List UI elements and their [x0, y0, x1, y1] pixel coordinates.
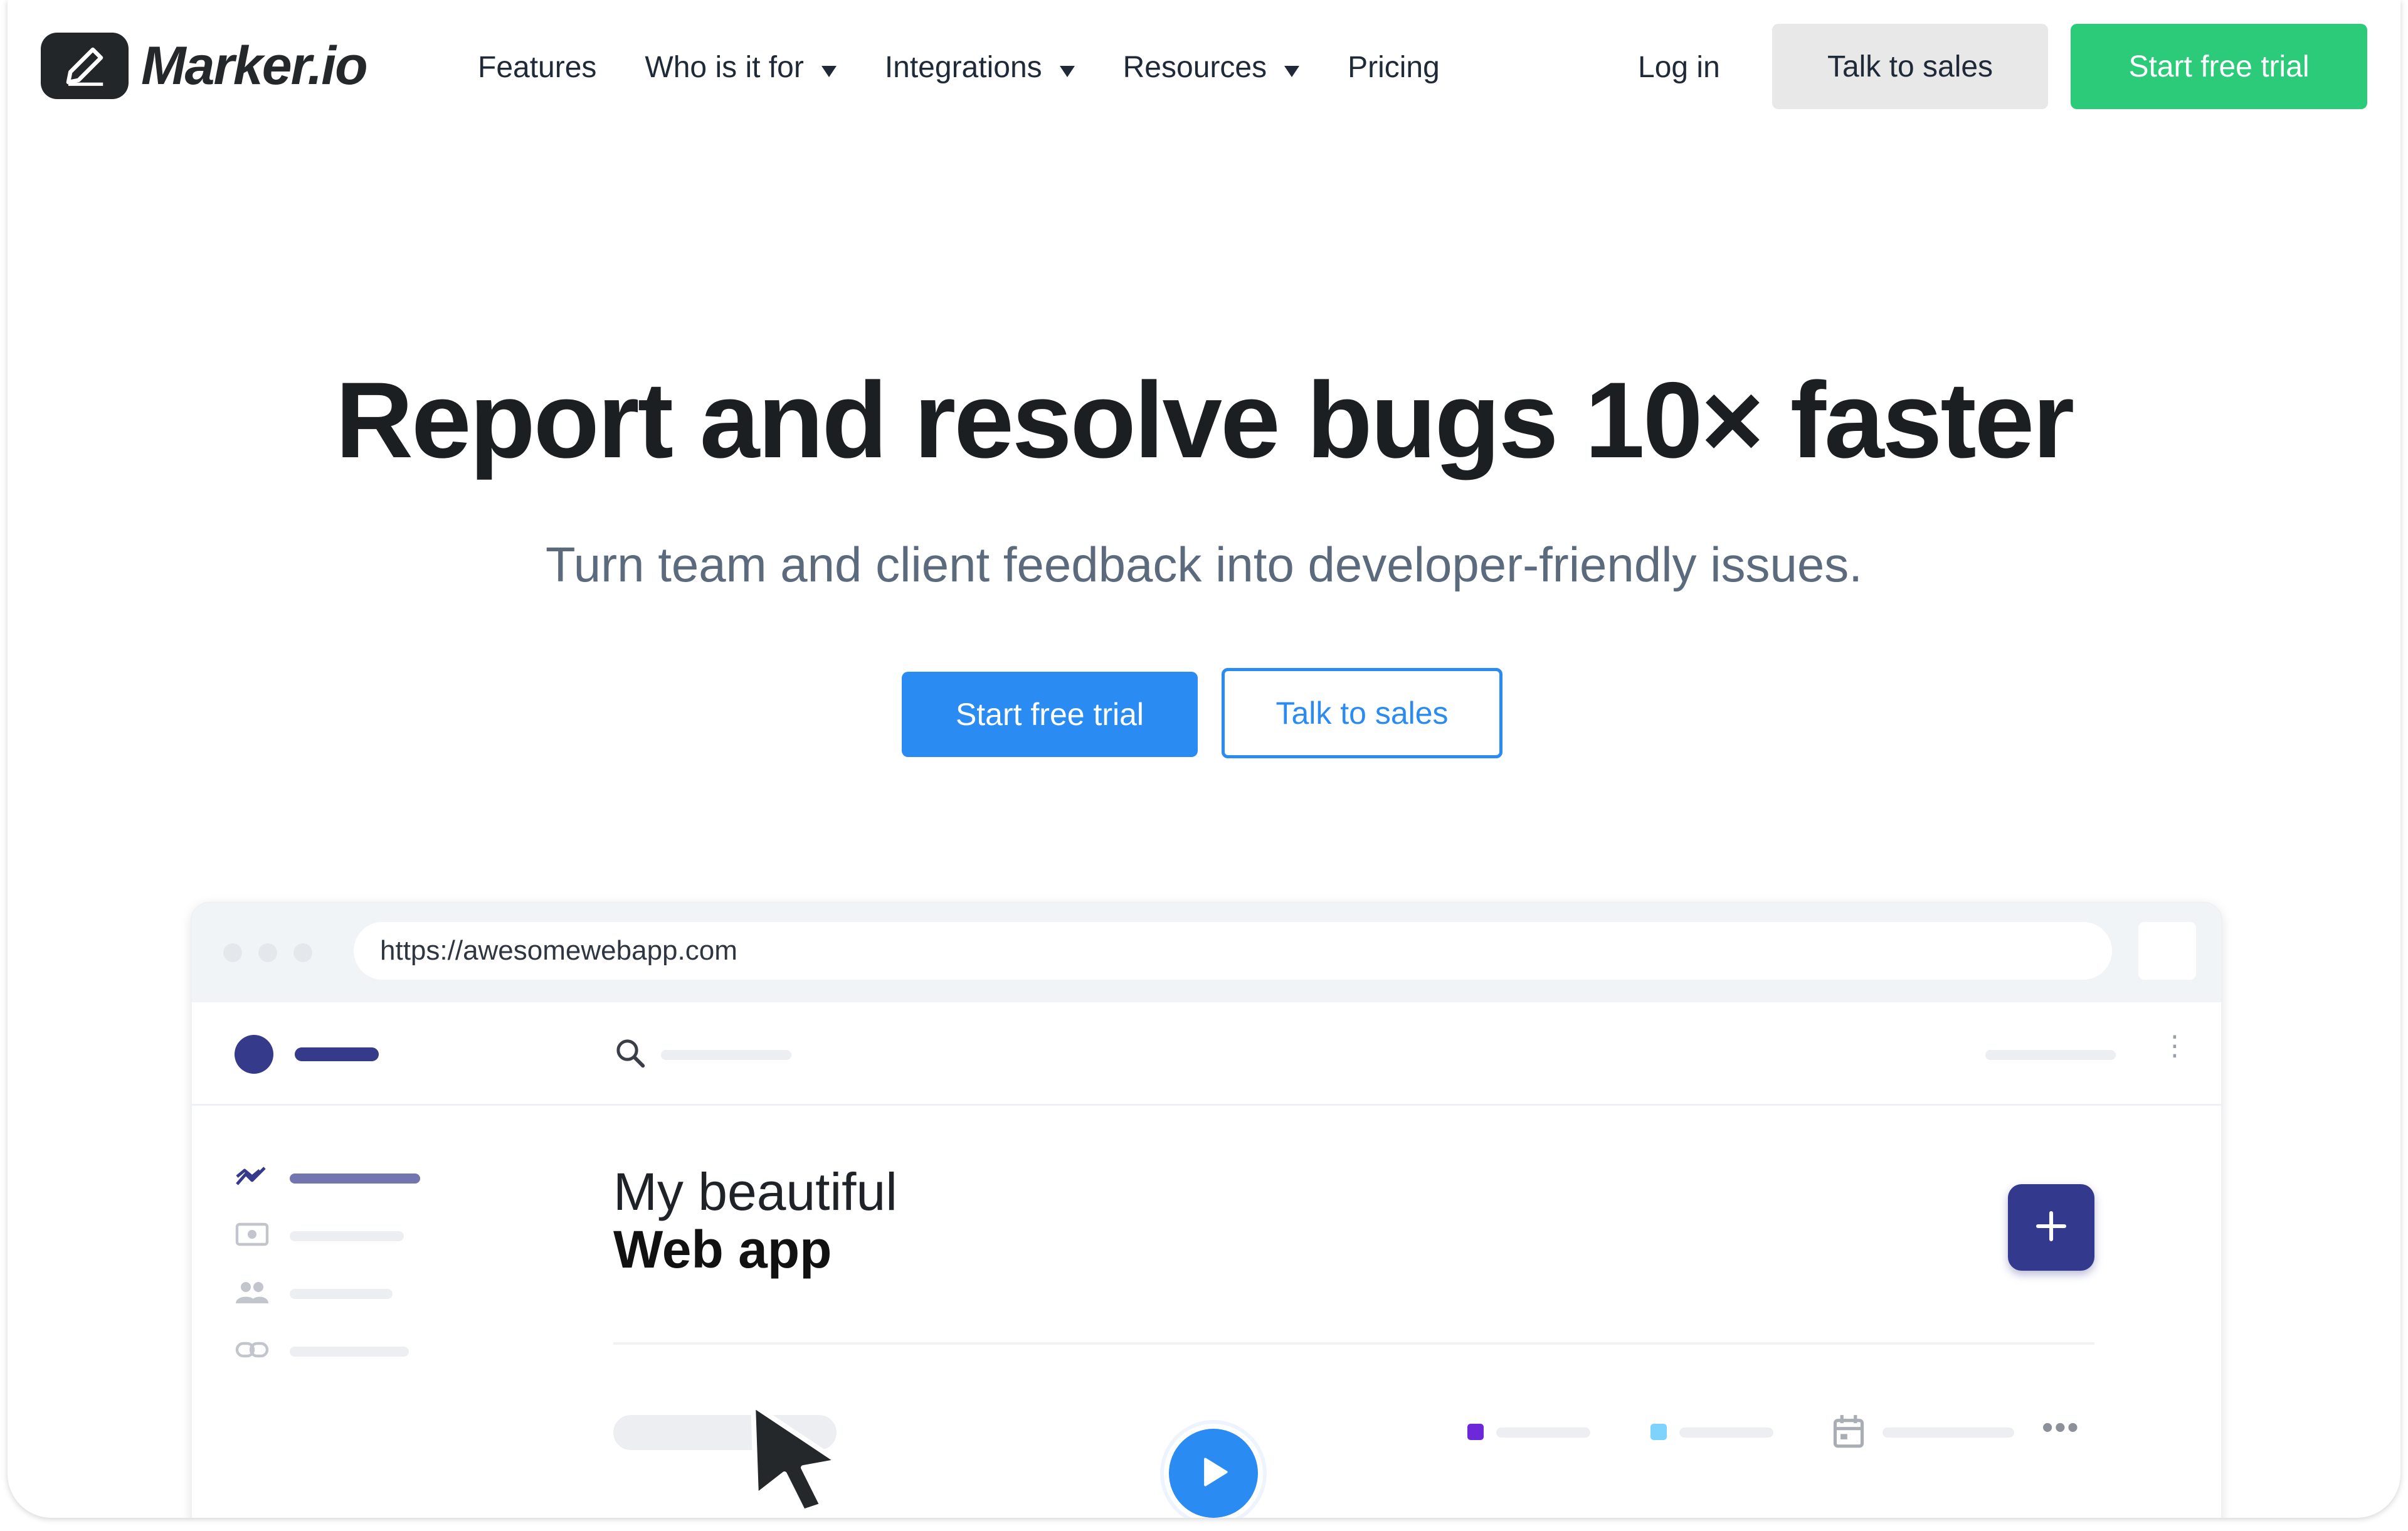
- nav-link-pricing[interactable]: Pricing: [1348, 50, 1440, 85]
- browser-viewport: Marker.io Features Who is it for Integra…: [8, 0, 2400, 1518]
- nav-link-label: Pricing: [1348, 51, 1440, 84]
- logo[interactable]: Marker.io: [41, 33, 368, 99]
- play-icon: [1194, 1453, 1233, 1495]
- mockup-app-title-line1: My beautiful: [613, 1162, 897, 1221]
- plus-icon: [2034, 1209, 2069, 1247]
- mockup-add-button: [2008, 1184, 2094, 1271]
- search-icon: [613, 1036, 647, 1073]
- nav-start-free-trial-button[interactable]: Start free trial: [2071, 24, 2367, 109]
- photo-icon: [235, 1222, 270, 1250]
- mockup-sidebar-item: [235, 1222, 404, 1250]
- legend-swatch-purple: [1467, 1424, 1484, 1440]
- nav-link-resources[interactable]: Resources: [1122, 50, 1300, 85]
- nav-talk-to-sales-button[interactable]: Talk to sales: [1772, 24, 2048, 109]
- top-nav: Marker.io Features Who is it for Integra…: [8, 0, 2400, 135]
- legend-swatch-light-blue: [1650, 1424, 1667, 1440]
- mockup-extension-button: [2138, 922, 2196, 980]
- nav-links: Features Who is it for Integrations Reso…: [478, 0, 1488, 135]
- pencil-icon: [41, 33, 129, 99]
- nav-link-features[interactable]: Features: [478, 50, 596, 85]
- link-icon: [235, 1337, 270, 1365]
- mockup-sidebar-placeholder: [290, 1231, 404, 1241]
- logo-wordmark: Marker.io: [141, 35, 368, 96]
- nav-link-label: Integrations: [884, 51, 1042, 84]
- cursor-pointer-icon: [744, 1399, 850, 1518]
- legend-placeholder: [1679, 1428, 1773, 1438]
- mockup-sidebar-placeholder: [290, 1288, 393, 1299]
- kebab-menu-icon: ⋮: [2161, 1030, 2189, 1061]
- caret-down-icon: [1284, 50, 1300, 85]
- calendar-icon: [1832, 1414, 1865, 1452]
- mockup-sidebar-placeholder: [290, 1346, 409, 1357]
- mockup-app-title-line2: Web app: [613, 1220, 832, 1279]
- hero-cta-row: Start free trial Talk to sales: [8, 668, 2400, 762]
- mockup-browser-chrome: https://awesomewebapp.com: [192, 903, 2221, 1002]
- date-placeholder: [1883, 1428, 2014, 1438]
- caret-down-icon: [1059, 50, 1075, 85]
- nav-link-label: Who is it for: [645, 51, 804, 84]
- nav-link-label: Resources: [1122, 51, 1267, 84]
- mockup-sidebar-item: [235, 1164, 420, 1192]
- hero-subtitle: Turn team and client feedback into devel…: [546, 537, 1862, 592]
- play-video-button[interactable]: [1164, 1424, 1263, 1518]
- mockup-avatar: [235, 1035, 273, 1074]
- nav-link-integrations[interactable]: Integrations: [885, 50, 1075, 85]
- hero-start-free-trial-button[interactable]: Start free trial: [902, 672, 1198, 757]
- page: Marker.io Features Who is it for Integra…: [0, 0, 2408, 1531]
- people-icon: [235, 1279, 270, 1308]
- trending-icon: [235, 1164, 270, 1192]
- mockup-sidebar-item: [235, 1279, 393, 1308]
- legend-placeholder: [1496, 1428, 1590, 1438]
- product-mockup: https://awesomewebapp.com ⋮ My beautiful…: [191, 902, 2222, 1518]
- mockup-sidebar-placeholder: [290, 1173, 420, 1184]
- window-dot: [293, 943, 312, 962]
- nav-link-label: Features: [478, 51, 597, 84]
- hero-talk-to-sales-button[interactable]: Talk to sales: [1222, 668, 1502, 758]
- mockup-header-placeholder: [1985, 1050, 2116, 1060]
- hero-title: Report and resolve bugs 10× faster: [335, 360, 2074, 480]
- mockup-search-placeholder: [661, 1050, 791, 1060]
- mockup-brand-placeholder: [295, 1047, 379, 1061]
- login-link[interactable]: Log in: [1638, 0, 1720, 135]
- mockup-url-bar: https://awesomewebapp.com: [354, 922, 2112, 980]
- window-dot: [223, 943, 242, 962]
- mockup-app-header: ⋮: [192, 1002, 2221, 1106]
- mockup-sidebar-item: [235, 1337, 409, 1365]
- more-horizontal-icon: •••: [2042, 1409, 2080, 1446]
- nav-link-who-is-it-for[interactable]: Who is it for: [645, 50, 837, 85]
- caret-down-icon: [821, 50, 837, 85]
- mockup-url-text: https://awesomewebapp.com: [380, 935, 737, 966]
- mockup-divider: [613, 1342, 2094, 1345]
- window-dot: [258, 943, 277, 962]
